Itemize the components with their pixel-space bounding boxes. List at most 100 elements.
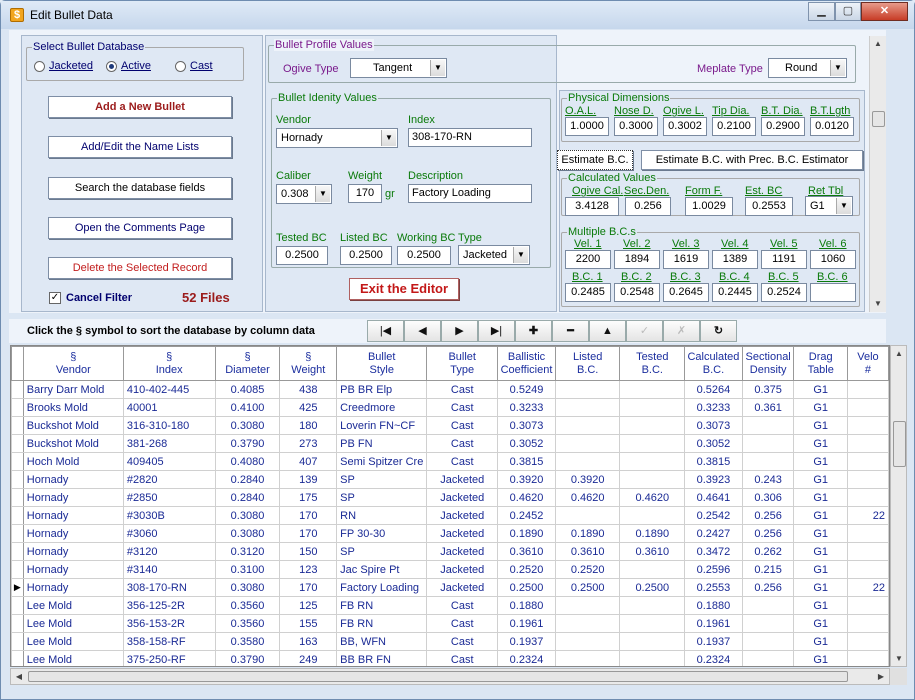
radio-cast[interactable] <box>175 61 186 72</box>
row-selector[interactable] <box>11 650 24 666</box>
table-cell[interactable]: 0.2840 <box>214 488 281 507</box>
table-cell[interactable]: 0.243 <box>741 470 795 489</box>
table-cell[interactable]: 273 <box>279 434 338 453</box>
table-cell[interactable]: BB, WFN <box>336 632 428 651</box>
row-selector[interactable] <box>11 560 24 579</box>
table-cell[interactable]: 0.2500 <box>554 578 621 597</box>
table-cell[interactable]: FB RN <box>336 614 428 633</box>
table-cell[interactable]: Jacketed <box>426 578 499 597</box>
table-cell[interactable] <box>619 416 686 435</box>
table-row[interactable]: Hornady #2850 0.2840 175 SP Jacketed 0.4620 0.4… <box>11 488 889 507</box>
column-header[interactable]: Ballistic Coefficient <box>497 346 556 381</box>
table-cell[interactable]: 0.5249 <box>497 380 556 399</box>
table-cell[interactable]: 0.2596 <box>684 560 743 579</box>
table-cell[interactable]: 0.2520 <box>554 560 621 579</box>
table-cell[interactable] <box>619 470 686 489</box>
table-cell[interactable]: 0.3080 <box>214 578 281 597</box>
insert-record-button[interactable]: ✚ <box>515 320 552 342</box>
add-bullet-button[interactable]: Add a New Bullet <box>48 96 232 118</box>
table-cell[interactable]: 0.3080 <box>214 416 281 435</box>
minimize-button[interactable]: ▁ <box>808 2 835 21</box>
table-cell[interactable]: 0.1890 <box>554 524 621 543</box>
est-bc-field[interactable]: 0.2553 <box>745 197 793 216</box>
table-cell[interactable]: 125 <box>279 596 338 615</box>
table-cell[interactable]: 0.3080 <box>214 506 281 525</box>
table-cell[interactable]: #3030B <box>122 506 216 525</box>
table-cell[interactable]: Cast <box>426 614 499 633</box>
estimate-bc-button[interactable]: Estimate B.C. <box>557 150 633 170</box>
row-selector[interactable] <box>11 506 24 525</box>
table-cell[interactable]: Hornady <box>22 542 124 561</box>
table-cell[interactable] <box>846 650 889 666</box>
table-cell[interactable]: 356-125-2R <box>122 596 216 615</box>
table-cell[interactable]: 0.4620 <box>554 488 621 507</box>
ret-table-select[interactable]: G1 ▼ <box>805 196 853 216</box>
table-cell[interactable]: #3120 <box>122 542 216 561</box>
table-cell[interactable]: G1 <box>793 524 848 543</box>
table-cell[interactable] <box>554 596 621 615</box>
table-cell[interactable]: 0.3120 <box>214 542 281 561</box>
table-cell[interactable]: Jacketed <box>426 488 499 507</box>
row-selector[interactable] <box>11 380 24 399</box>
working-bc-field[interactable]: 0.2500 <box>397 246 451 265</box>
table-cell[interactable]: 0.2840 <box>214 470 281 489</box>
edit-record-button[interactable]: ▲ <box>589 320 626 342</box>
table-cell[interactable]: G1 <box>793 506 848 525</box>
type-select[interactable]: Jacketed ▼ <box>458 245 530 265</box>
table-cell[interactable] <box>846 434 889 453</box>
table-cell[interactable]: 163 <box>279 632 338 651</box>
scroll-up-arrow-icon[interactable]: ▲ <box>870 36 886 51</box>
table-cell[interactable]: 0.4100 <box>214 398 281 417</box>
table-cell[interactable]: G1 <box>793 380 848 399</box>
form-factor-field[interactable]: 1.0029 <box>685 197 733 216</box>
row-selector[interactable] <box>11 524 24 543</box>
table-cell[interactable]: 0.2553 <box>684 578 743 597</box>
table-cell[interactable]: G1 <box>793 470 848 489</box>
table-cell[interactable]: 0.4085 <box>214 380 281 399</box>
table-cell[interactable]: 425 <box>279 398 338 417</box>
bc-5-field[interactable]: 0.2524 <box>761 283 807 302</box>
table-cell[interactable]: Cast <box>426 596 499 615</box>
table-cell[interactable]: 0.3233 <box>684 398 743 417</box>
oal-field[interactable]: 1.0000 <box>565 117 609 136</box>
column-header[interactable]: § Diameter <box>214 346 281 381</box>
table-cell[interactable]: PB BR Elp <box>336 380 428 399</box>
sec-den-field[interactable]: 0.256 <box>625 197 671 216</box>
column-header[interactable]: § Vendor <box>22 346 124 381</box>
table-cell[interactable]: Cast <box>426 452 499 471</box>
table-cell[interactable] <box>619 506 686 525</box>
table-cell[interactable]: 175 <box>279 488 338 507</box>
column-header[interactable]: Bullet Type <box>426 346 499 381</box>
table-cell[interactable]: RN <box>336 506 428 525</box>
exit-editor-button[interactable]: Exit the Editor <box>349 278 459 300</box>
table-cell[interactable]: 249 <box>279 650 338 666</box>
table-cell[interactable] <box>554 416 621 435</box>
ogive-type-select[interactable]: Tangent ▼ <box>350 58 447 78</box>
table-cell[interactable]: Cast <box>426 434 499 453</box>
vel-3-field[interactable]: 1619 <box>663 250 709 269</box>
prior-record-button[interactable]: ◀ <box>404 320 441 342</box>
row-selector[interactable] <box>11 632 24 651</box>
table-cell[interactable]: Cast <box>426 650 499 666</box>
table-cell[interactable]: G1 <box>793 542 848 561</box>
table-cell[interactable]: G1 <box>793 434 848 453</box>
bc-4-field[interactable]: 0.2445 <box>712 283 758 302</box>
table-cell[interactable]: Jacketed <box>426 470 499 489</box>
table-cell[interactable]: Cast <box>426 398 499 417</box>
table-cell[interactable]: Barry Darr Mold <box>22 380 124 399</box>
table-cell[interactable]: 0.256 <box>741 578 795 597</box>
column-header[interactable]: Calculated B.C. <box>684 346 743 381</box>
table-cell[interactable]: Lee Mold <box>22 614 124 633</box>
table-cell[interactable] <box>619 614 686 633</box>
row-selector[interactable] <box>11 542 24 561</box>
table-cell[interactable]: 0.3080 <box>214 524 281 543</box>
table-cell[interactable] <box>619 380 686 399</box>
tested-bc-field[interactable]: 0.2500 <box>276 246 328 265</box>
table-cell[interactable] <box>619 434 686 453</box>
table-cell[interactable]: 40001 <box>122 398 216 417</box>
table-cell[interactable] <box>554 452 621 471</box>
table-cell[interactable]: #2820 <box>122 470 216 489</box>
table-cell[interactable]: FB RN <box>336 596 428 615</box>
table-row[interactable]: ▶ Hornady 308-170-RN 0.3080 170 Factory Loadi… <box>11 578 889 597</box>
table-cell[interactable]: 0.2324 <box>497 650 556 666</box>
